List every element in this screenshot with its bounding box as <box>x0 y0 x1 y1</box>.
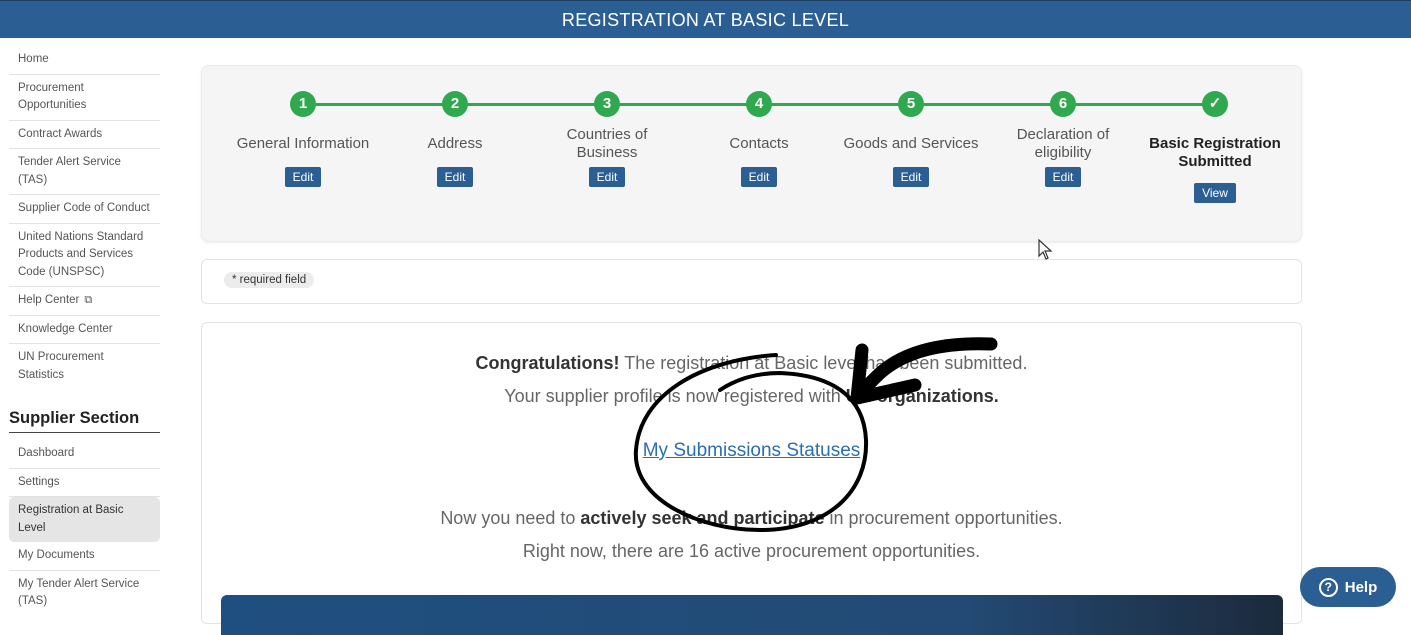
sidebar-item-label: United Nations Standard Products and Ser… <box>18 230 144 278</box>
registration-stepper: 1 General Information Edit 2 Address Edi… <box>201 65 1302 242</box>
step-label: Basic Registration Submitted <box>1149 135 1281 170</box>
step-declaration-of-eligibility: 6 Declaration of eligibility Edit <box>993 91 1133 187</box>
sidebar-item-supplier-code-of-conduct[interactable]: Supplier Code of Conduct <box>9 195 160 224</box>
question-icon: ? <box>1318 577 1338 597</box>
confirmation-message-card: Congratulations! The registration at Bas… <box>201 322 1302 635</box>
help-button-label: Help <box>1344 578 1378 596</box>
step-general-information: 1 General Information Edit <box>233 91 373 187</box>
mouse-cursor-icon <box>1038 239 1053 260</box>
sidebar-item-label: My Documents <box>18 549 95 561</box>
opportunities-banner <box>221 595 1283 635</box>
sidebar-item-label: Tender Alert Service (TAS) <box>18 156 121 186</box>
supplier-section-title: Supplier Section <box>9 409 160 433</box>
step-countries-of-business: 3 Countries of Business Edit <box>537 91 677 187</box>
sidebar-item-knowledge-center[interactable]: Knowledge Center <box>9 316 160 344</box>
profile-text: Your supplier profile is now registered … <box>504 386 846 406</box>
step-number-badge: 4 <box>746 91 772 117</box>
step-number-badge: 2 <box>442 91 468 117</box>
sidebar-item-unspsc[interactable]: United Nations Standard Products and Ser… <box>9 224 160 287</box>
sidebar-item-registration-basic-level[interactable]: Registration at Basic Level <box>9 497 160 542</box>
sidebar: Home Procurement Opportunities Contract … <box>0 38 168 607</box>
page-title: REGISTRATION AT BASIC LEVEL <box>561 9 850 30</box>
congratulations-line: Congratulations! The registration at Bas… <box>202 353 1301 374</box>
sidebar-item-label: Procurement Opportunities <box>18 81 87 112</box>
sidebar-item-label: Contract Awards <box>18 127 103 140</box>
sidebar-item-label: My Tender Alert Service (TAS) <box>18 577 140 608</box>
congratulations-text: The registration at Basic level has been… <box>619 353 1028 373</box>
participate-text-start: Now you need to <box>440 508 581 528</box>
sidebar-item-help-center[interactable]: Help Center ⧉ <box>9 287 160 316</box>
step-number-badge: 3 <box>594 91 620 117</box>
participate-text-end: in procurement opportunities. <box>824 508 1063 528</box>
sidebar-item-label: Settings <box>18 475 60 488</box>
sidebar-item-settings[interactable]: Settings <box>9 469 160 497</box>
step-label: Declaration of eligibility <box>1016 126 1110 161</box>
sidebar-item-procurement-opportunities[interactable]: Procurement Opportunities <box>9 75 160 121</box>
sidebar-item-label: Knowledge Center <box>18 322 113 335</box>
sidebar-item-label: Supplier Code of Conduct <box>18 202 150 214</box>
required-field-note: * required field <box>224 272 315 288</box>
checkmark-icon: ✓ <box>1202 91 1228 117</box>
step-label: General Information <box>236 135 370 152</box>
edit-general-information-button[interactable]: Edit <box>284 167 322 187</box>
sidebar-nav-main: Home Procurement Opportunities Contract … <box>9 46 160 389</box>
required-field-card: * required field <box>201 259 1302 304</box>
sidebar-item-contract-awards[interactable]: Contract Awards <box>9 121 160 149</box>
sidebar-item-home[interactable]: Home <box>9 46 160 75</box>
step-number-badge: 1 <box>290 91 316 117</box>
profile-registered-line: Your supplier profile is now registered … <box>202 386 1301 407</box>
step-label: Goods and Services <box>843 135 979 152</box>
step-label: Countries of Business <box>566 126 648 161</box>
edit-address-button[interactable]: Edit <box>436 167 474 187</box>
step-number-badge: 6 <box>1050 91 1076 117</box>
step-goods-and-services: 5 Goods and Services Edit <box>841 91 981 187</box>
sidebar-item-un-procurement-statistics[interactable]: UN Procurement Statistics <box>9 344 160 389</box>
sidebar-item-label: Home <box>18 53 49 65</box>
sidebar-item-my-documents[interactable]: My Documents <box>9 542 160 571</box>
external-link-icon: ⧉ <box>84 294 93 306</box>
sidebar-item-my-tender-alert-service[interactable]: My Tender Alert Service (TAS) <box>9 571 160 616</box>
sidebar-item-label: UN Procurement Statistics <box>18 351 104 381</box>
step-label: Address <box>427 135 483 152</box>
step-address: 2 Address Edit <box>385 91 525 187</box>
active-opportunities-line: Right now, there are 16 active procureme… <box>522 541 981 561</box>
top-header-bar: REGISTRATION AT BASIC LEVEL <box>0 0 1411 39</box>
help-button[interactable]: ? Help <box>1300 567 1396 607</box>
my-submissions-statuses-link[interactable]: My Submissions Statuses <box>202 440 1301 462</box>
participate-bold: actively seek and participate <box>580 508 825 528</box>
congratulations-bold: Congratulations! <box>475 353 620 373</box>
sidebar-item-label: Help Center <box>18 294 80 306</box>
edit-declaration-of-eligibility-button[interactable]: Edit <box>1044 167 1082 187</box>
sidebar-item-label: Dashboard <box>18 447 75 459</box>
profile-bold: UN organizations. <box>845 386 999 406</box>
edit-countries-of-business-button[interactable]: Edit <box>588 167 626 187</box>
sidebar-item-label: Registration at Basic Level <box>18 504 124 534</box>
sidebar-item-tender-alert-service[interactable]: Tender Alert Service (TAS) <box>9 149 160 195</box>
step-contacts: 4 Contacts Edit <box>689 91 829 187</box>
edit-goods-and-services-button[interactable]: Edit <box>892 167 930 187</box>
sidebar-item-dashboard[interactable]: Dashboard <box>9 440 160 469</box>
step-number-badge: 5 <box>898 91 924 117</box>
edit-contacts-button[interactable]: Edit <box>740 167 778 187</box>
sidebar-nav-supplier: Dashboard Settings Registration at Basic… <box>9 440 160 616</box>
step-label: Contacts <box>729 135 789 152</box>
view-registration-button[interactable]: View <box>1194 183 1236 203</box>
participate-line: Now you need to actively seek and partic… <box>202 508 1301 529</box>
step-basic-registration-submitted: ✓ Basic Registration Submitted View <box>1145 91 1285 203</box>
